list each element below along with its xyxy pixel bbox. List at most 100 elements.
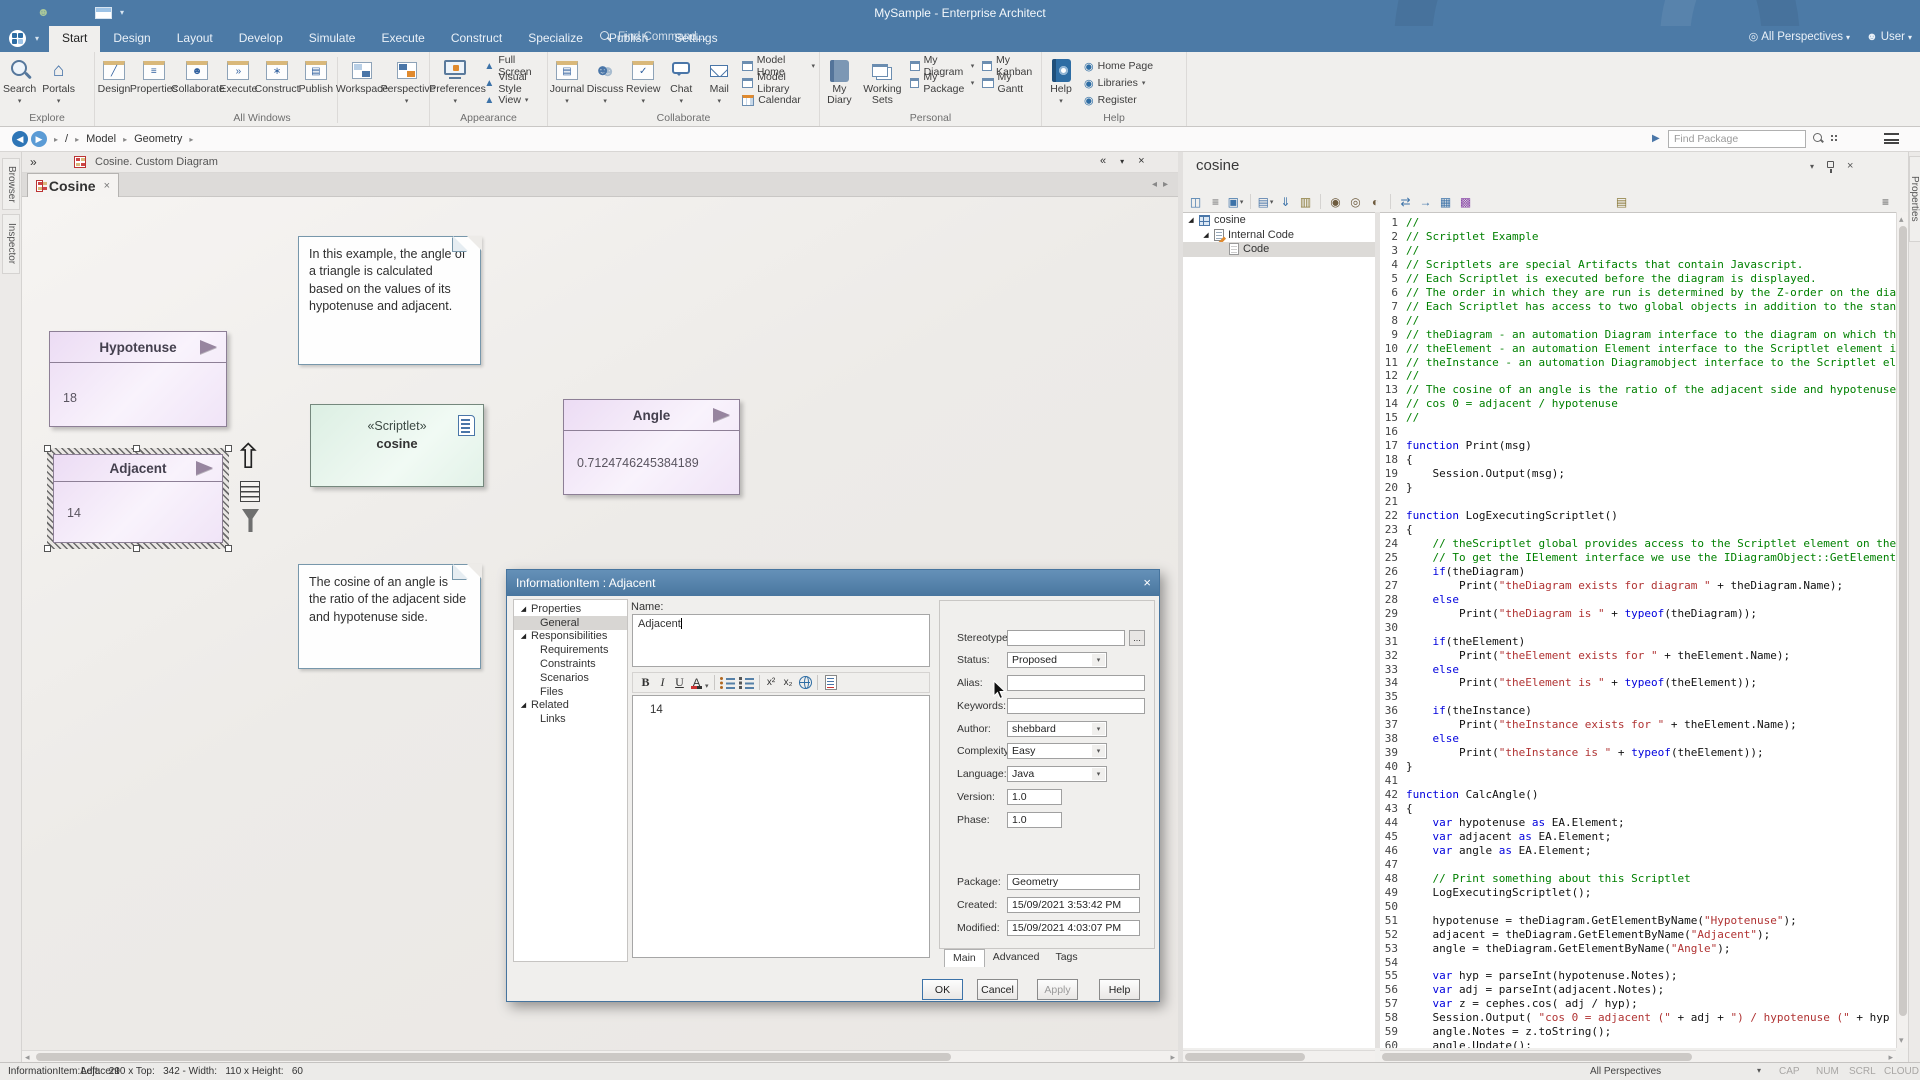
preferences-button[interactable]: Preferences▾ [430, 55, 480, 105]
ribbon-tab-execute[interactable]: Execute [368, 26, 437, 52]
element-scriptlet-cosine[interactable]: «Scriptlet» cosine [310, 404, 484, 487]
dialog-tree-item-requirements[interactable]: Requirements [514, 643, 627, 657]
bullet-list-button[interactable] [720, 676, 735, 689]
close-icon[interactable]: × [1847, 160, 1853, 172]
search-button[interactable]: Search▾ [0, 55, 39, 105]
package-grid-icon[interactable] [1830, 134, 1839, 143]
view-button[interactable]: ▲View▾ [484, 93, 543, 107]
dialog-tree-item-files[interactable]: Files [514, 685, 627, 699]
review-button[interactable]: ✓Review▾ [624, 55, 662, 105]
hyperlink-button[interactable] [799, 676, 812, 689]
new-script-icon[interactable]: ▤▾ [1257, 193, 1274, 210]
complexity--dropdown[interactable]: Easy▾ [1007, 743, 1107, 759]
my-package-button[interactable]: My Package▾ [910, 76, 974, 90]
home-page-button[interactable]: ◉Home Page [1084, 59, 1153, 73]
status-perspective[interactable]: All Perspectives [1590, 1066, 1661, 1077]
ribbon-tab-specialize[interactable]: Specialize [515, 26, 596, 52]
bold-button[interactable]: B [637, 674, 654, 691]
my-diary-button[interactable]: My Diary [820, 55, 859, 105]
page-icon[interactable]: ▤ [1613, 193, 1630, 210]
apply-button[interactable]: Apply [1037, 979, 1078, 1000]
zoom-icon[interactable]: ◐ [1367, 193, 1384, 210]
find-package-search-icon[interactable] [1813, 133, 1825, 145]
dialog-tree-item-scenarios[interactable]: Scenarios [514, 671, 627, 685]
tree-item-cosine[interactable]: ◢cosine [1183, 213, 1375, 228]
element-adjacent-selected[interactable]: Adjacent 14 [47, 448, 229, 549]
help-button[interactable]: Help▾ [1042, 55, 1080, 105]
stereotype--input[interactable] [1007, 630, 1125, 646]
dialog-title-bar[interactable]: InformationItem : Adjacent [507, 570, 1159, 596]
numbered-list-button[interactable] [739, 676, 754, 689]
ribbon-tab-layout[interactable]: Layout [164, 26, 226, 52]
sidebar-tab-inspector[interactable]: Inspector [2, 214, 20, 274]
modified--input[interactable]: 15/09/2021 4:03:07 PM [1007, 920, 1140, 936]
author--dropdown[interactable]: shebbard▾ [1007, 721, 1107, 737]
code-vscrollbar[interactable]: ▴ ▾ [1896, 212, 1908, 1048]
resize-handle[interactable] [44, 445, 51, 452]
sidebar-tab-browser[interactable]: Browser [2, 158, 20, 210]
resize-handle[interactable] [225, 445, 232, 452]
dialog-tab-advanced[interactable]: Advanced [985, 949, 1048, 967]
subscript-button[interactable]: x₂ [780, 674, 797, 691]
stack-icon[interactable] [240, 481, 260, 502]
version--input[interactable]: 1.0 [1007, 789, 1062, 805]
perspective-button[interactable]: Perspective▾ [384, 55, 429, 105]
dialog-tree-item-properties[interactable]: ◢Properties [514, 602, 627, 616]
publish-button[interactable]: ▤Publish [297, 55, 335, 95]
expand-triangle-icon[interactable]: ◢ [520, 605, 527, 613]
grid-icon[interactable]: ▦ [1437, 193, 1454, 210]
sidebar-tab-properties[interactable]: Properties [1909, 156, 1920, 242]
model-library-button[interactable]: Model Library [742, 76, 815, 90]
properties-button[interactable]: ≡Properties [133, 55, 175, 95]
journal-button[interactable]: ▤Journal▾ [548, 55, 586, 105]
dialog-tab-tags[interactable]: Tags [1047, 949, 1085, 967]
status-caret-icon[interactable]: ▾ [1757, 1066, 1761, 1075]
code-hscrollbar[interactable]: ▸ [1380, 1050, 1896, 1062]
list-icon[interactable]: ≡ [1207, 193, 1224, 210]
expand-triangle-icon[interactable]: ◢ [1202, 231, 1210, 239]
app-logo-icon[interactable] [9, 30, 26, 47]
close-icon[interactable]: × [1138, 155, 1144, 167]
keywords--input[interactable] [1007, 698, 1145, 714]
expand-triangle-icon[interactable]: ◢ [520, 701, 527, 709]
ribbon-tab-develop[interactable]: Develop [226, 26, 296, 52]
help-button[interactable]: Help [1099, 979, 1140, 1000]
tree-hscrollbar[interactable] [1183, 1050, 1375, 1062]
ribbon-tab-simulate[interactable]: Simulate [296, 26, 369, 52]
dialog-tree-item-constraints[interactable]: Constraints [514, 657, 627, 671]
libraries-button[interactable]: ◉Libraries▾ [1084, 76, 1153, 90]
italic-button[interactable]: I [654, 674, 671, 691]
collaborate-button[interactable]: ☻Collaborate [175, 55, 220, 95]
panel-menu-icon[interactable]: ≡ [1877, 193, 1894, 210]
calendar-button[interactable]: Calendar [742, 93, 815, 107]
breadcrumb-expand-icon[interactable]: ▶ [1652, 133, 1660, 144]
ok-button[interactable]: OK [922, 979, 963, 1000]
browse-button[interactable]: ... [1129, 630, 1145, 646]
dialog-tab-main[interactable]: Main [944, 949, 985, 967]
visual-style-button[interactable]: ▲Visual Style [484, 76, 543, 90]
chevron-down-icon[interactable]: ▾ [1120, 155, 1124, 167]
note-element[interactable]: In this example, the angle of a triangle… [298, 236, 481, 365]
funnel-icon[interactable] [242, 509, 259, 532]
find-package-input[interactable]: Find Package [1668, 130, 1806, 148]
dialog-tree-item-related[interactable]: ◢Related [514, 699, 627, 713]
chevron-icon[interactable]: » [30, 155, 37, 169]
design-button[interactable]: ╱Design [95, 55, 133, 95]
cancel-button[interactable]: Cancel [977, 979, 1018, 1000]
scroll-down-icon[interactable]: ▾ [1899, 1035, 1904, 1046]
tree-item-internal-code[interactable]: ◢Internal Code [1183, 228, 1375, 243]
collapse-icon[interactable]: « [1100, 155, 1106, 167]
code-editor[interactable]: 1//2// Scriptlet Example3//4// Scriptlet… [1380, 212, 1896, 1048]
element-angle[interactable]: Angle 0.7124746245384189 [563, 399, 740, 495]
dialog-tree-item-general[interactable]: General [514, 616, 627, 630]
tab-close-icon[interactable]: × [104, 180, 110, 192]
notes-field[interactable]: 14 [632, 695, 930, 958]
element-hypotenuse[interactable]: Hypotenuse 18 [49, 331, 227, 427]
dropdown-arrow-icon[interactable]: ▾ [1092, 745, 1105, 757]
execute-button[interactable]: »Execute [219, 55, 257, 95]
construct-button[interactable]: ∗Construct [257, 55, 296, 95]
swap-icon[interactable]: ⇄ [1397, 193, 1414, 210]
expand-triangle-icon[interactable]: ◢ [1187, 216, 1195, 224]
indent-icon[interactable]: → [1417, 193, 1434, 210]
scroll-thumb[interactable] [1899, 226, 1907, 1016]
